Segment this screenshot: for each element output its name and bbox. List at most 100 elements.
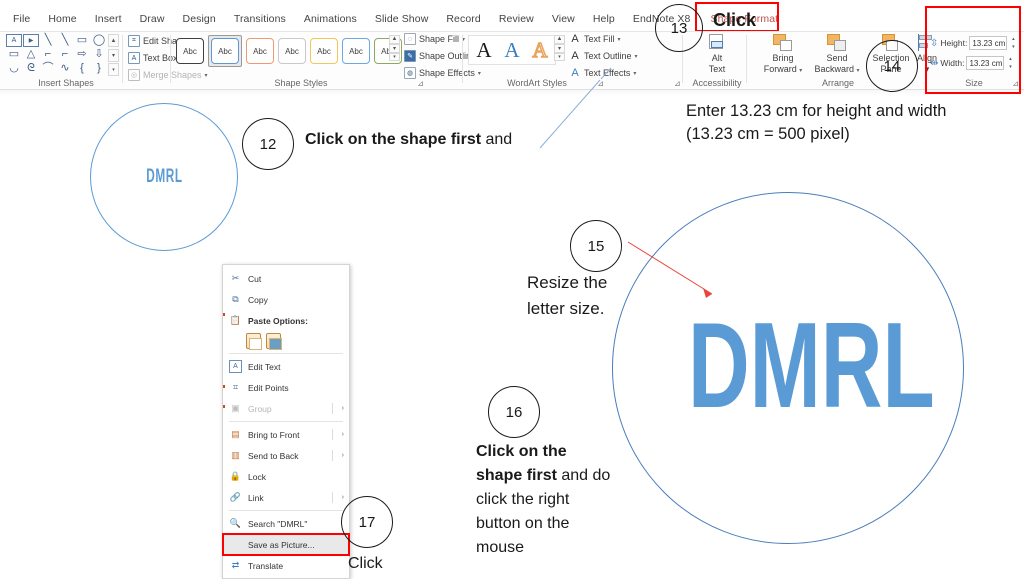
context-menu-item-lock[interactable]: 🔒 Lock xyxy=(223,466,349,487)
chevron-down-icon[interactable]: ▾ xyxy=(635,53,638,60)
stepper-up-icon[interactable]: ▴ xyxy=(1009,36,1017,42)
accessibility-dialog-launcher-icon[interactable]: ⊿ xyxy=(674,79,681,88)
shape-styles-gallery[interactable]: Abc Abc Abc Abc Abc Abc Abc xyxy=(176,35,402,67)
text-outline-button[interactable]: A Text Outline ▾ xyxy=(569,50,638,62)
width-stepper[interactable]: ▴ ▾ xyxy=(1006,56,1014,70)
paste-keep-text-icon[interactable] xyxy=(246,332,262,350)
shapes-gallery[interactable]: A ▶ ╲ ╲ ▭ ◯ ▭ △ ⌐ ⌐ ⇨ ⇩ ◡ ᘓ ⌒ ∿ { } xyxy=(6,34,106,76)
tab-insert[interactable]: Insert xyxy=(86,10,131,28)
shape-style-swatch-1[interactable]: Abc xyxy=(176,38,204,64)
paste-options-icons[interactable] xyxy=(223,331,349,351)
wordart-dialog-launcher-icon[interactable]: ⊿ xyxy=(597,79,604,88)
tab-home[interactable]: Home xyxy=(39,10,85,28)
scroll-down-icon[interactable]: ▾ xyxy=(389,43,400,53)
wordart-gallery[interactable]: A A A xyxy=(468,35,556,65)
callout-15-number: 15 xyxy=(587,237,605,255)
chevron-down-icon[interactable]: ▾ xyxy=(799,68,802,74)
shapes-gallery-scroll[interactable]: ▲ ▾ ▾ xyxy=(108,34,119,76)
context-menu-label: Search "DMRL" xyxy=(248,518,308,529)
shape-rect2-icon[interactable]: ▭ xyxy=(6,48,22,61)
shape-curve-icon[interactable]: ◡ xyxy=(6,62,22,75)
shape-brace-left-icon[interactable]: { xyxy=(74,62,90,75)
chevron-down-icon[interactable]: ▾ xyxy=(633,70,636,77)
shape-style-swatch-3[interactable]: Abc xyxy=(246,38,274,64)
context-menu-item-search[interactable]: 🔍 Search "DMRL" xyxy=(223,513,349,534)
shape-arrow-right-icon[interactable]: ⇨ xyxy=(74,48,90,61)
shape-context-menu[interactable]: ✂ Cut ⧉ Copy 📋 Paste Options: A Edit Tex… xyxy=(222,264,350,579)
context-menu-item-bring-to-front[interactable]: ▤ Bring to Front › xyxy=(223,424,349,445)
shape-elbow-icon[interactable]: ⌐ xyxy=(40,48,56,61)
tab-transitions[interactable]: Transitions xyxy=(225,10,295,28)
tab-help[interactable]: Help xyxy=(584,10,624,28)
shape-triangle-icon[interactable]: △ xyxy=(23,48,39,61)
small-circle-shape[interactable]: DMRL xyxy=(90,103,238,251)
small-circle-text: DMRL xyxy=(145,166,183,187)
height-input[interactable]: 13.23 cm xyxy=(969,36,1008,50)
tab-file[interactable]: File xyxy=(4,10,39,28)
tab-record[interactable]: Record xyxy=(437,10,489,28)
shape-brace-right-icon[interactable]: } xyxy=(91,62,107,75)
width-input[interactable]: 13.23 cm xyxy=(966,56,1005,70)
gallery-more-icon[interactable]: ▾ xyxy=(389,52,400,61)
tab-draw[interactable]: Draw xyxy=(131,10,174,28)
shape-textbox-icon[interactable]: A xyxy=(6,34,22,47)
shape-wave-icon[interactable]: ∿ xyxy=(57,62,73,75)
scroll-up-icon[interactable]: ▲ xyxy=(108,34,119,47)
tab-design[interactable]: Design xyxy=(174,10,225,28)
shape-line-icon[interactable]: ╲ xyxy=(40,34,56,47)
shape-elbow2-icon[interactable]: ⌐ xyxy=(57,48,73,61)
shape-rectangle-icon[interactable]: ▭ xyxy=(74,34,90,47)
stepper-up-icon[interactable]: ▴ xyxy=(1006,56,1014,62)
context-menu-item-send-to-back[interactable]: ▥ Send to Back › xyxy=(223,445,349,466)
size-dialog-launcher-icon[interactable]: ⊿ xyxy=(1012,79,1019,88)
shape-style-swatch-6[interactable]: Abc xyxy=(342,38,370,64)
height-stepper[interactable]: ▴ ▾ xyxy=(1009,36,1017,50)
shape-oval-icon[interactable]: ◯ xyxy=(91,34,107,47)
chevron-right-icon[interactable]: › xyxy=(342,431,344,438)
tab-slide-show[interactable]: Slide Show xyxy=(366,10,438,28)
shape-arc-icon[interactable]: ⌒ xyxy=(40,62,56,75)
bring-forward-button[interactable]: Bring Forward ▾ xyxy=(758,34,808,77)
wordart-sample-3[interactable]: A xyxy=(527,37,553,63)
scroll-up-icon[interactable]: ▲ xyxy=(389,35,400,44)
shape-styles-scroll[interactable]: ▲ ▾ ▾ xyxy=(389,35,400,61)
tab-view[interactable]: View xyxy=(543,10,584,28)
text-fill-button[interactable]: A Text Fill ▾ xyxy=(569,33,638,45)
context-menu-item-save-as-picture[interactable]: Save as Picture... xyxy=(222,533,350,556)
context-menu-item-link[interactable]: 🔗 Link › xyxy=(223,487,349,508)
chevron-right-icon[interactable]: › xyxy=(342,494,344,501)
shape-style-swatch-2[interactable]: Abc xyxy=(211,38,239,64)
chevron-right-icon[interactable]: › xyxy=(342,452,344,459)
scroll-down-icon[interactable]: ▾ xyxy=(108,48,119,62)
stepper-down-icon[interactable]: ▾ xyxy=(1006,64,1014,70)
alt-text-button[interactable]: Alt Text xyxy=(694,34,740,75)
gallery-more-icon[interactable]: ▾ xyxy=(554,52,565,61)
shape-video-icon[interactable]: ▶ xyxy=(23,34,39,47)
wordart-sample-1[interactable]: A xyxy=(471,37,497,63)
tab-review[interactable]: Review xyxy=(490,10,543,28)
context-menu-item-edit-text[interactable]: A Edit Text xyxy=(223,356,349,377)
shape-style-swatch-4[interactable]: Abc xyxy=(278,38,306,64)
shape-styles-dialog-launcher-icon[interactable]: ⊿ xyxy=(417,79,424,88)
gallery-more-icon[interactable]: ▾ xyxy=(108,63,119,76)
shape-style-swatch-2-selected[interactable]: Abc xyxy=(208,35,242,67)
edit-shape-icon: ⌗ xyxy=(128,35,140,47)
scroll-up-icon[interactable]: ▲ xyxy=(554,35,565,44)
context-menu-item-translate[interactable]: ⇄ Translate xyxy=(223,555,349,576)
shape-arrow-down-icon[interactable]: ⇩ xyxy=(91,48,107,61)
chevron-down-icon[interactable]: ▾ xyxy=(618,36,621,43)
wordart-sample-2[interactable]: A xyxy=(499,37,525,63)
tab-animations[interactable]: Animations xyxy=(295,10,366,28)
chevron-down-icon[interactable]: ▾ xyxy=(857,68,860,74)
wordart-gallery-scroll[interactable]: ▲ ▾ ▾ xyxy=(554,35,565,61)
context-menu-item-copy[interactable]: ⧉ Copy xyxy=(223,289,349,310)
shape-freeform-icon[interactable]: ᘓ xyxy=(23,62,39,75)
shape-style-swatch-5[interactable]: Abc xyxy=(310,38,338,64)
stepper-down-icon[interactable]: ▾ xyxy=(1009,44,1017,50)
send-backward-button[interactable]: Send Backward ▾ xyxy=(812,34,862,77)
context-menu-item-edit-points[interactable]: ⌗ Edit Points xyxy=(223,377,349,398)
paste-picture-icon[interactable] xyxy=(266,332,282,350)
shape-line-arrow-icon[interactable]: ╲ xyxy=(57,34,73,47)
scroll-down-icon[interactable]: ▾ xyxy=(554,43,565,53)
context-menu-item-cut[interactable]: ✂ Cut xyxy=(223,268,349,289)
